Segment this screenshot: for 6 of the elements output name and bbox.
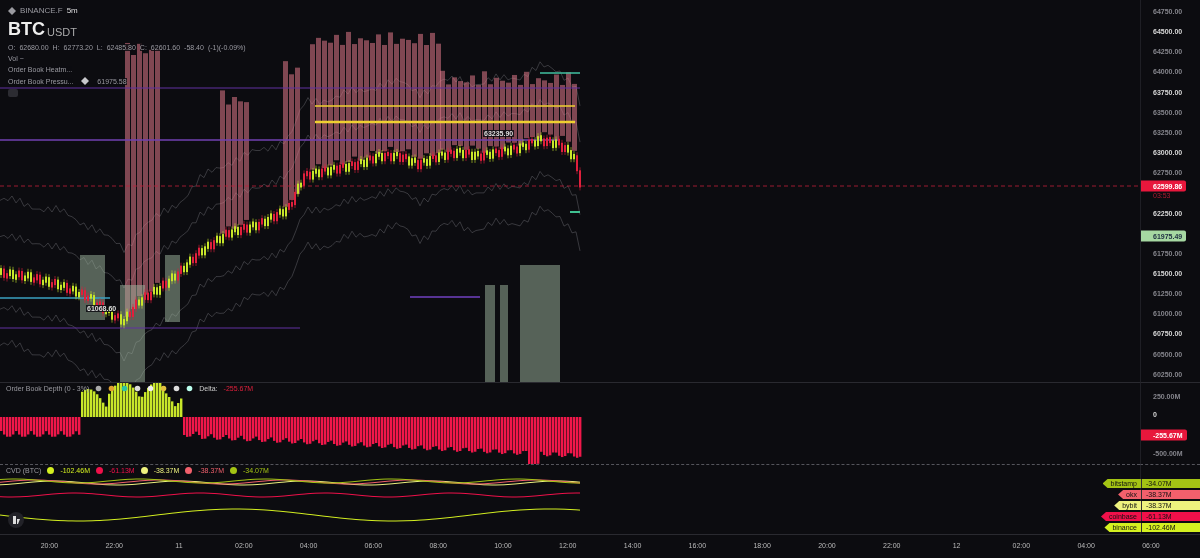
exchange-label: BINANCE.F — [20, 6, 63, 15]
diamond-icon — [8, 6, 16, 15]
interval-label[interactable]: 5m — [66, 6, 78, 15]
logo-icon[interactable] — [8, 512, 24, 528]
diamond-icon — [81, 77, 90, 85]
quote-label: USDT — [47, 26, 77, 38]
